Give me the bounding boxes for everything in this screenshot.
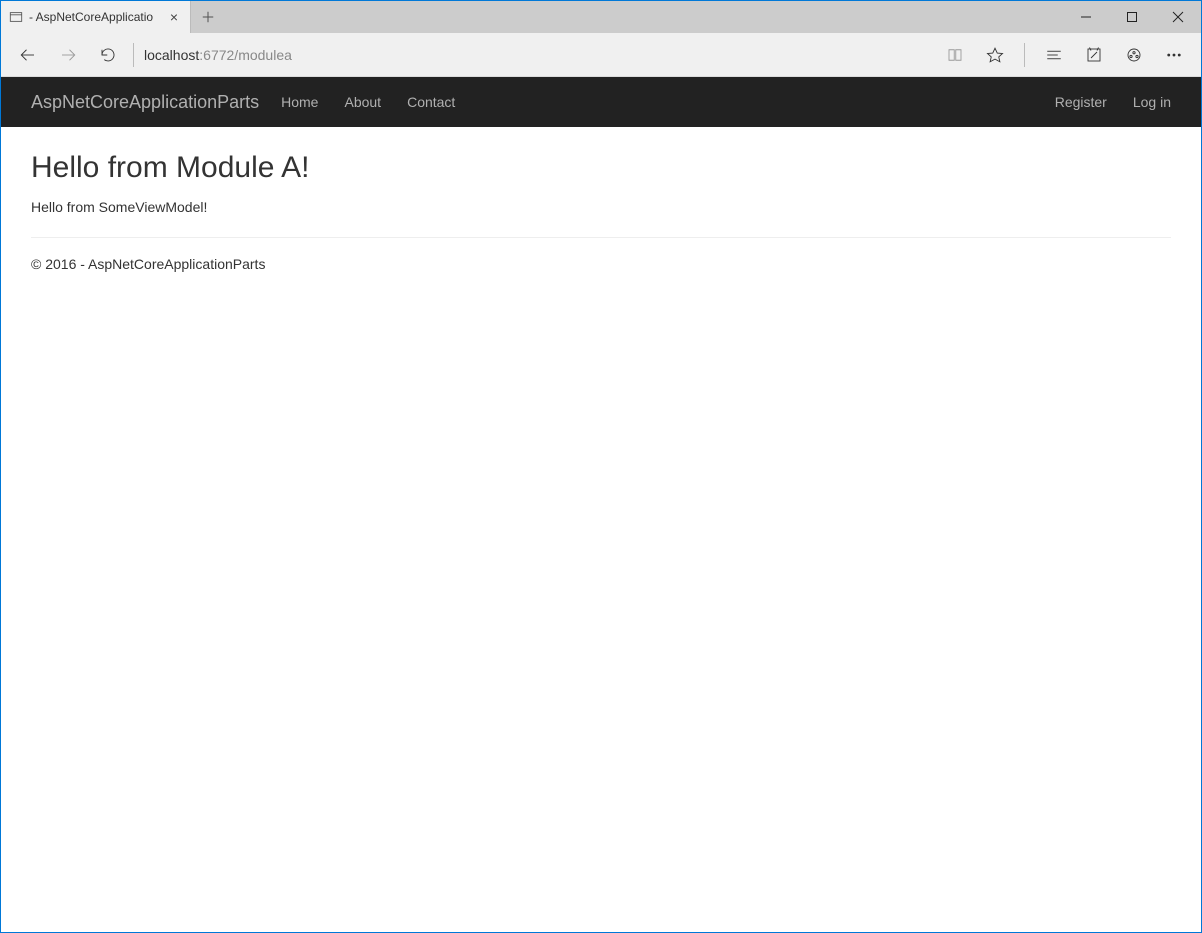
url-host: localhost xyxy=(144,47,199,63)
back-button[interactable] xyxy=(9,36,47,74)
window-maximize-button[interactable] xyxy=(1109,1,1155,33)
window-minimize-button[interactable] xyxy=(1063,1,1109,33)
page-heading: Hello from Module A! xyxy=(31,151,1171,185)
forward-button[interactable] xyxy=(49,36,87,74)
nav-contact[interactable]: Contact xyxy=(407,94,455,110)
separator xyxy=(133,43,134,67)
new-tab-button[interactable] xyxy=(191,1,225,33)
browser-window: - AspNetCoreApplicatio × localhost:6772 xyxy=(0,0,1202,933)
site-navbar: AspNetCoreApplicationParts Home About Co… xyxy=(1,77,1201,127)
divider xyxy=(31,237,1171,238)
browser-tab[interactable]: - AspNetCoreApplicatio × xyxy=(1,1,191,33)
url-path: :6772/modulea xyxy=(199,47,292,63)
nav-register[interactable]: Register xyxy=(1055,94,1107,110)
favorites-icon[interactable] xyxy=(976,36,1014,74)
refresh-button[interactable] xyxy=(89,36,127,74)
nav-home[interactable]: Home xyxy=(281,94,318,110)
page-icon xyxy=(9,10,23,24)
page-container: Hello from Module A! Hello from SomeView… xyxy=(1,127,1201,290)
page-viewport: AspNetCoreApplicationParts Home About Co… xyxy=(1,77,1201,932)
share-icon[interactable] xyxy=(1115,36,1153,74)
address-bar[interactable]: localhost:6772/modulea xyxy=(144,40,934,70)
more-icon[interactable] xyxy=(1155,36,1193,74)
browser-toolbar: localhost:6772/modulea xyxy=(1,33,1201,77)
nav-login[interactable]: Log in xyxy=(1133,94,1171,110)
page-body-text: Hello from SomeViewModel! xyxy=(31,199,1171,215)
titlebar: - AspNetCoreApplicatio × xyxy=(1,1,1201,33)
footer-text: © 2016 - AspNetCoreApplicationParts xyxy=(31,256,1171,272)
tab-title: - AspNetCoreApplicatio xyxy=(29,10,162,24)
webnote-icon[interactable] xyxy=(1075,36,1113,74)
brand-link[interactable]: AspNetCoreApplicationParts xyxy=(31,92,259,113)
hub-icon[interactable] xyxy=(1035,36,1073,74)
nav-about[interactable]: About xyxy=(344,94,381,110)
tab-close-icon[interactable]: × xyxy=(168,9,180,25)
nav-right: Register Log in xyxy=(1055,94,1171,110)
separator xyxy=(1024,43,1025,67)
window-close-button[interactable] xyxy=(1155,1,1201,33)
nav-left: Home About Contact xyxy=(281,94,455,110)
reading-view-icon[interactable] xyxy=(936,36,974,74)
